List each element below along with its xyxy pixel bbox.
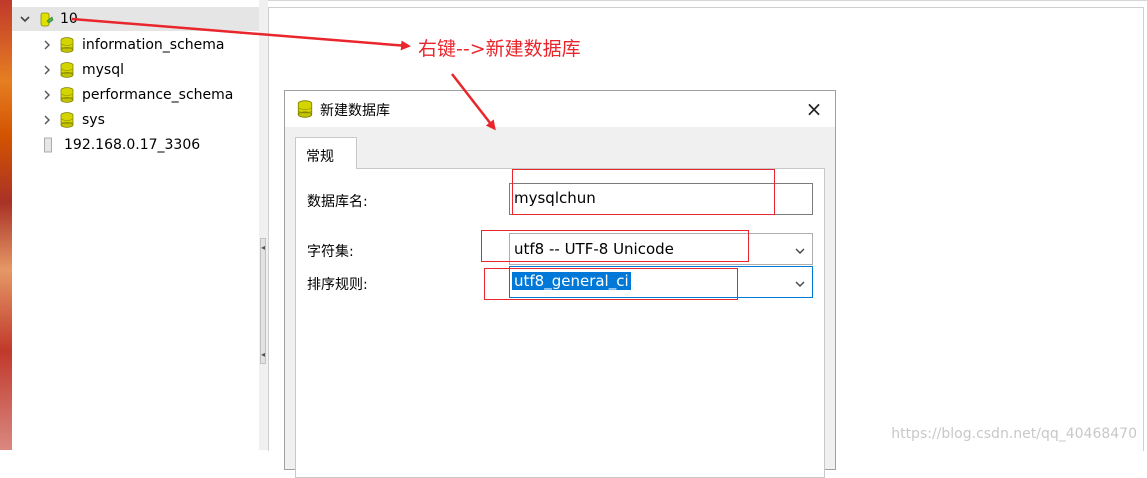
new-database-dialog: 新建数据库 × 常规 数据库名: mysqlchun 字符集: utf8 -- … [284,90,836,478]
chevron-right-icon[interactable] [40,38,54,52]
tree-item-connection-10[interactable]: 10 [12,7,259,31]
tree-item-label: sys [82,112,105,128]
charset-label: 字符集: [307,244,354,260]
dialog-title: 新建数据库 [320,103,390,119]
database-icon [60,87,74,103]
server-icon [44,137,52,153]
tree-item-label: 192.168.0.17_3306 [64,137,201,153]
database-name-label: 数据库名: [307,194,368,210]
chevron-down-icon[interactable] [794,243,806,255]
chevron-down-icon[interactable] [794,276,806,288]
chevron-right-icon[interactable] [40,113,54,127]
dialog-titlebar[interactable]: 新建数据库 × [285,91,835,127]
tree-item-database[interactable]: performance_schema [40,83,233,107]
tab-general[interactable]: 常规 [295,137,357,169]
tree-item-database[interactable]: information_schema [40,33,225,57]
watermark-text: https://blog.csdn.net/qq_40468470 [891,426,1137,442]
collation-label: 排序规则: [307,277,368,293]
annotation-text: 右键-->新建数据库 [418,38,581,60]
database-name-input[interactable]: mysqlchun [509,183,813,215]
tree-item-database[interactable]: mysql [40,58,124,82]
database-icon [60,62,74,78]
collation-value: utf8_general_ci [512,272,631,290]
connection-icon [38,11,54,27]
desktop-background-strip [0,0,12,450]
database-icon [60,112,74,128]
connection-tree-pane: 10 information_schema mysql performance_… [12,0,260,450]
collation-select[interactable]: utf8_general_ci [509,266,813,298]
chevron-down-icon[interactable] [18,12,32,26]
close-icon[interactable]: × [803,97,825,121]
database-icon [60,37,74,53]
tree-item-label: 10 [60,11,78,27]
splitter-handle[interactable]: ◂ ◂ [260,238,266,364]
tree-item-database[interactable]: sys [40,108,105,132]
chevron-right-icon[interactable] [40,63,54,77]
tree-item-connection-closed[interactable]: 192.168.0.17_3306 [44,133,200,157]
tree-item-label: information_schema [82,37,225,53]
charset-select[interactable]: utf8 -- UTF-8 Unicode [509,233,813,265]
tree-item-label: performance_schema [82,87,234,103]
database-icon [297,100,313,118]
chevron-right-icon[interactable] [40,88,54,102]
tree-item-label: mysql [82,62,124,78]
charset-value: utf8 -- UTF-8 Unicode [514,240,674,258]
